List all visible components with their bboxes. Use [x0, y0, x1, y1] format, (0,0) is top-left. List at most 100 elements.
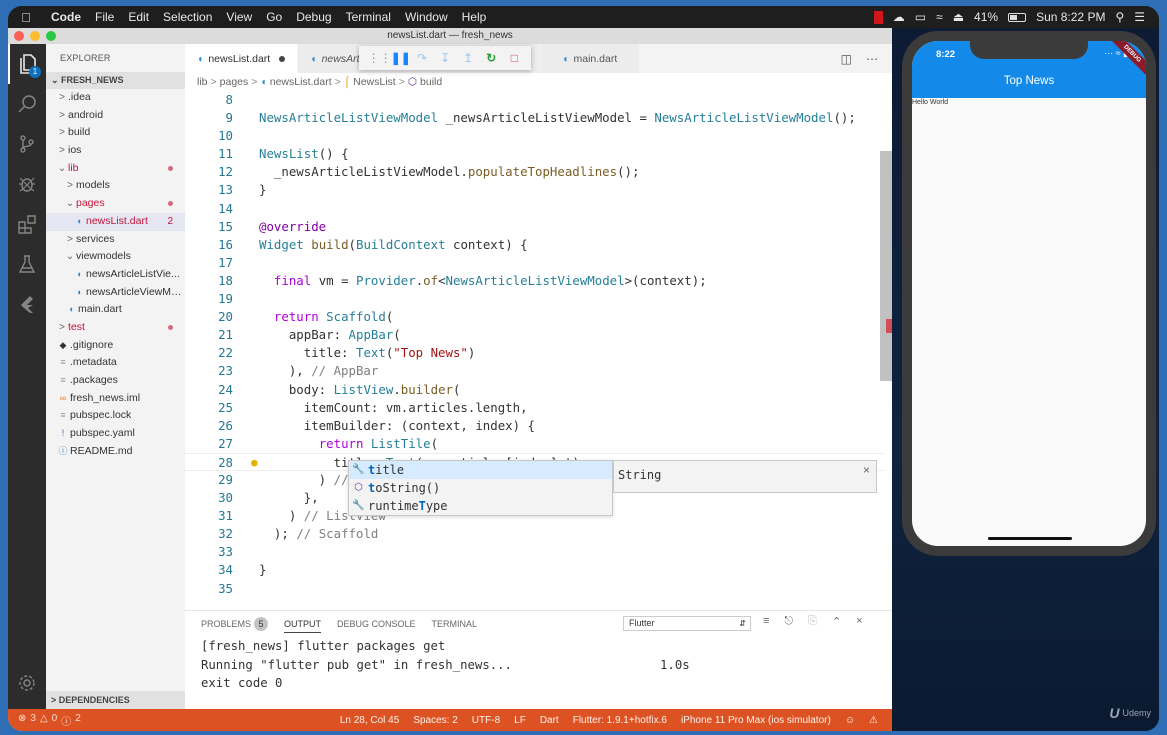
test-activity[interactable]: [8, 244, 46, 284]
tree-item[interactable]: > services: [46, 231, 185, 249]
tree-item[interactable]: ◖ main.dart: [46, 301, 185, 319]
tree-item[interactable]: ! pubspec.yaml: [46, 425, 185, 443]
tree-item[interactable]: ⌄ lib: [46, 160, 185, 178]
notification-center-icon[interactable]: ☰: [1134, 10, 1145, 24]
phone-screen[interactable]: 8:22 ··· ≈ ▮ DEBUG Top News Hello World: [912, 41, 1146, 546]
line-ending[interactable]: LF: [514, 715, 526, 726]
tab-newslist[interactable]: ◖ newsList.dart: [185, 44, 299, 73]
extensions-activity[interactable]: [8, 204, 46, 244]
breadcrumb-class[interactable]: NewsList: [353, 73, 396, 91]
more-actions-icon[interactable]: ⋯: [866, 52, 878, 66]
tree-item[interactable]: ≡ .metadata: [46, 354, 185, 372]
source-control-activity[interactable]: [8, 124, 46, 164]
apple-icon[interactable]: : [8, 10, 44, 25]
bell-icon[interactable]: ⚠: [869, 715, 878, 726]
cursor-position[interactable]: Ln 28, Col 45: [340, 715, 400, 726]
tree-item[interactable]: > ios: [46, 142, 185, 160]
menu-app-name[interactable]: Code: [44, 10, 88, 24]
menu-go[interactable]: Go: [259, 10, 289, 24]
menu-edit[interactable]: Edit: [121, 10, 156, 24]
flutter-version[interactable]: Flutter: 1.9.1+hotfix.6: [573, 715, 667, 726]
suggestion-item[interactable]: ⬡ toString(): [349, 479, 612, 497]
maximize-panel-icon[interactable]: ⌃: [832, 615, 841, 628]
tree-item[interactable]: ◆ .gitignore: [46, 337, 185, 355]
zoom-window-button[interactable]: [46, 31, 56, 41]
suggestion-item[interactable]: 🔧 runtimeType: [349, 497, 612, 515]
step-into-icon[interactable]: ↧: [437, 51, 453, 65]
tree-item[interactable]: ◖ newsList.dart 2: [46, 212, 185, 231]
pause-icon[interactable]: ❚❚: [391, 51, 411, 65]
tree-item[interactable]: ⓘ README.md: [46, 443, 185, 461]
output-channel-select[interactable]: Flutter ⇵: [623, 616, 751, 631]
tree-item[interactable]: ◖ newsArticleListVie...: [46, 266, 185, 284]
indentation[interactable]: Spaces: 2: [413, 715, 457, 726]
close-window-button[interactable]: [14, 31, 24, 41]
wifi-icon[interactable]: ≈: [936, 10, 943, 24]
debug-activity[interactable]: [8, 164, 46, 204]
flutter-activity[interactable]: [8, 284, 46, 324]
split-editor-icon[interactable]: ◫: [841, 52, 852, 66]
encoding[interactable]: UTF-8: [472, 715, 500, 726]
stop-icon[interactable]: □: [506, 51, 522, 65]
code-editor[interactable]: 8 9 NewsArticleListViewModel _newsArticleL…: [185, 91, 885, 609]
clock[interactable]: Sun 8:22 PM: [1036, 10, 1105, 24]
device-selector[interactable]: iPhone 11 Pro Max (ios simulator): [681, 715, 831, 726]
spotlight-icon[interactable]: ⚲: [1115, 10, 1124, 24]
airplay-icon[interactable]: ▭: [915, 10, 926, 24]
tree-item[interactable]: > build: [46, 124, 185, 142]
tab-main[interactable]: ◖ main.dart: [540, 44, 641, 73]
tree-item[interactable]: ≡ pubspec.lock: [46, 407, 185, 425]
tree-item[interactable]: ∞ fresh_news.iml: [46, 390, 185, 408]
close-panel-icon[interactable]: ×: [856, 615, 862, 628]
tab-problems[interactable]: PROBLEMS 5: [201, 617, 269, 631]
breadcrumb-pages[interactable]: pages: [220, 73, 249, 91]
tree-item[interactable]: > .idea: [46, 89, 185, 107]
tree-item[interactable]: ≡ .packages: [46, 372, 185, 390]
breadcrumb-file[interactable]: newsList.dart: [270, 73, 332, 91]
battery-icon[interactable]: [1008, 12, 1027, 22]
problems-status[interactable]: ⊗ 3 △ 0 ⓘ 2: [8, 713, 81, 728]
lock-icon[interactable]: ⎋: [784, 615, 793, 628]
tree-item[interactable]: > models: [46, 177, 185, 195]
grip-icon[interactable]: ⋮⋮: [368, 51, 392, 65]
tree-item[interactable]: ◖ newsArticleViewMo...: [46, 284, 185, 302]
step-out-icon[interactable]: ↥: [460, 51, 476, 65]
breadcrumb-lib[interactable]: lib: [197, 73, 208, 91]
notification-icon[interactable]: ☁: [893, 10, 905, 24]
tab-debug-console[interactable]: DEBUG CONSOLE: [337, 619, 416, 629]
menu-debug[interactable]: Debug: [289, 10, 338, 24]
suggestion-item[interactable]: 🔧 title: [349, 461, 612, 479]
breadcrumb-method[interactable]: build: [420, 73, 442, 91]
feedback-icon[interactable]: ☺: [845, 715, 855, 726]
tab-terminal[interactable]: TERMINAL: [432, 619, 478, 629]
project-section[interactable]: ⌄ FRESH_NEWS: [46, 72, 185, 89]
language-mode[interactable]: Dart: [540, 715, 559, 726]
restart-icon[interactable]: ↻: [483, 51, 499, 65]
tree-item[interactable]: > android: [46, 107, 185, 125]
dependencies-section[interactable]: > DEPENDENCIES: [46, 691, 185, 709]
close-icon[interactable]: ×: [863, 463, 870, 477]
lightbulb-icon[interactable]: ●: [251, 454, 258, 472]
home-indicator[interactable]: [988, 537, 1072, 540]
scrollbar-thumb[interactable]: [880, 151, 892, 381]
eject-icon[interactable]: ⏏: [953, 10, 964, 24]
menu-window[interactable]: Window: [398, 10, 455, 24]
menu-selection[interactable]: Selection: [156, 10, 219, 24]
minimize-window-button[interactable]: [30, 31, 40, 41]
menu-view[interactable]: View: [219, 10, 259, 24]
step-over-icon[interactable]: ↷: [414, 51, 430, 65]
explorer-activity[interactable]: 1: [8, 44, 46, 84]
tree-item[interactable]: > test: [46, 319, 185, 337]
open-log-icon[interactable]: ⎘: [808, 615, 817, 628]
manage-activity[interactable]: [8, 663, 46, 703]
search-activity[interactable]: [8, 84, 46, 124]
editor-scrollbar[interactable]: [880, 91, 892, 609]
menu-help[interactable]: Help: [455, 10, 494, 24]
tree-item[interactable]: ⌄ viewmodels: [46, 248, 185, 266]
tree-item[interactable]: ⌄ pages: [46, 195, 185, 213]
menu-terminal[interactable]: Terminal: [339, 10, 398, 24]
menu-file[interactable]: File: [88, 10, 121, 24]
tab-output[interactable]: OUTPUT: [284, 619, 322, 633]
clear-output-icon[interactable]: ≡: [763, 615, 769, 628]
recording-icon[interactable]: [873, 10, 883, 24]
